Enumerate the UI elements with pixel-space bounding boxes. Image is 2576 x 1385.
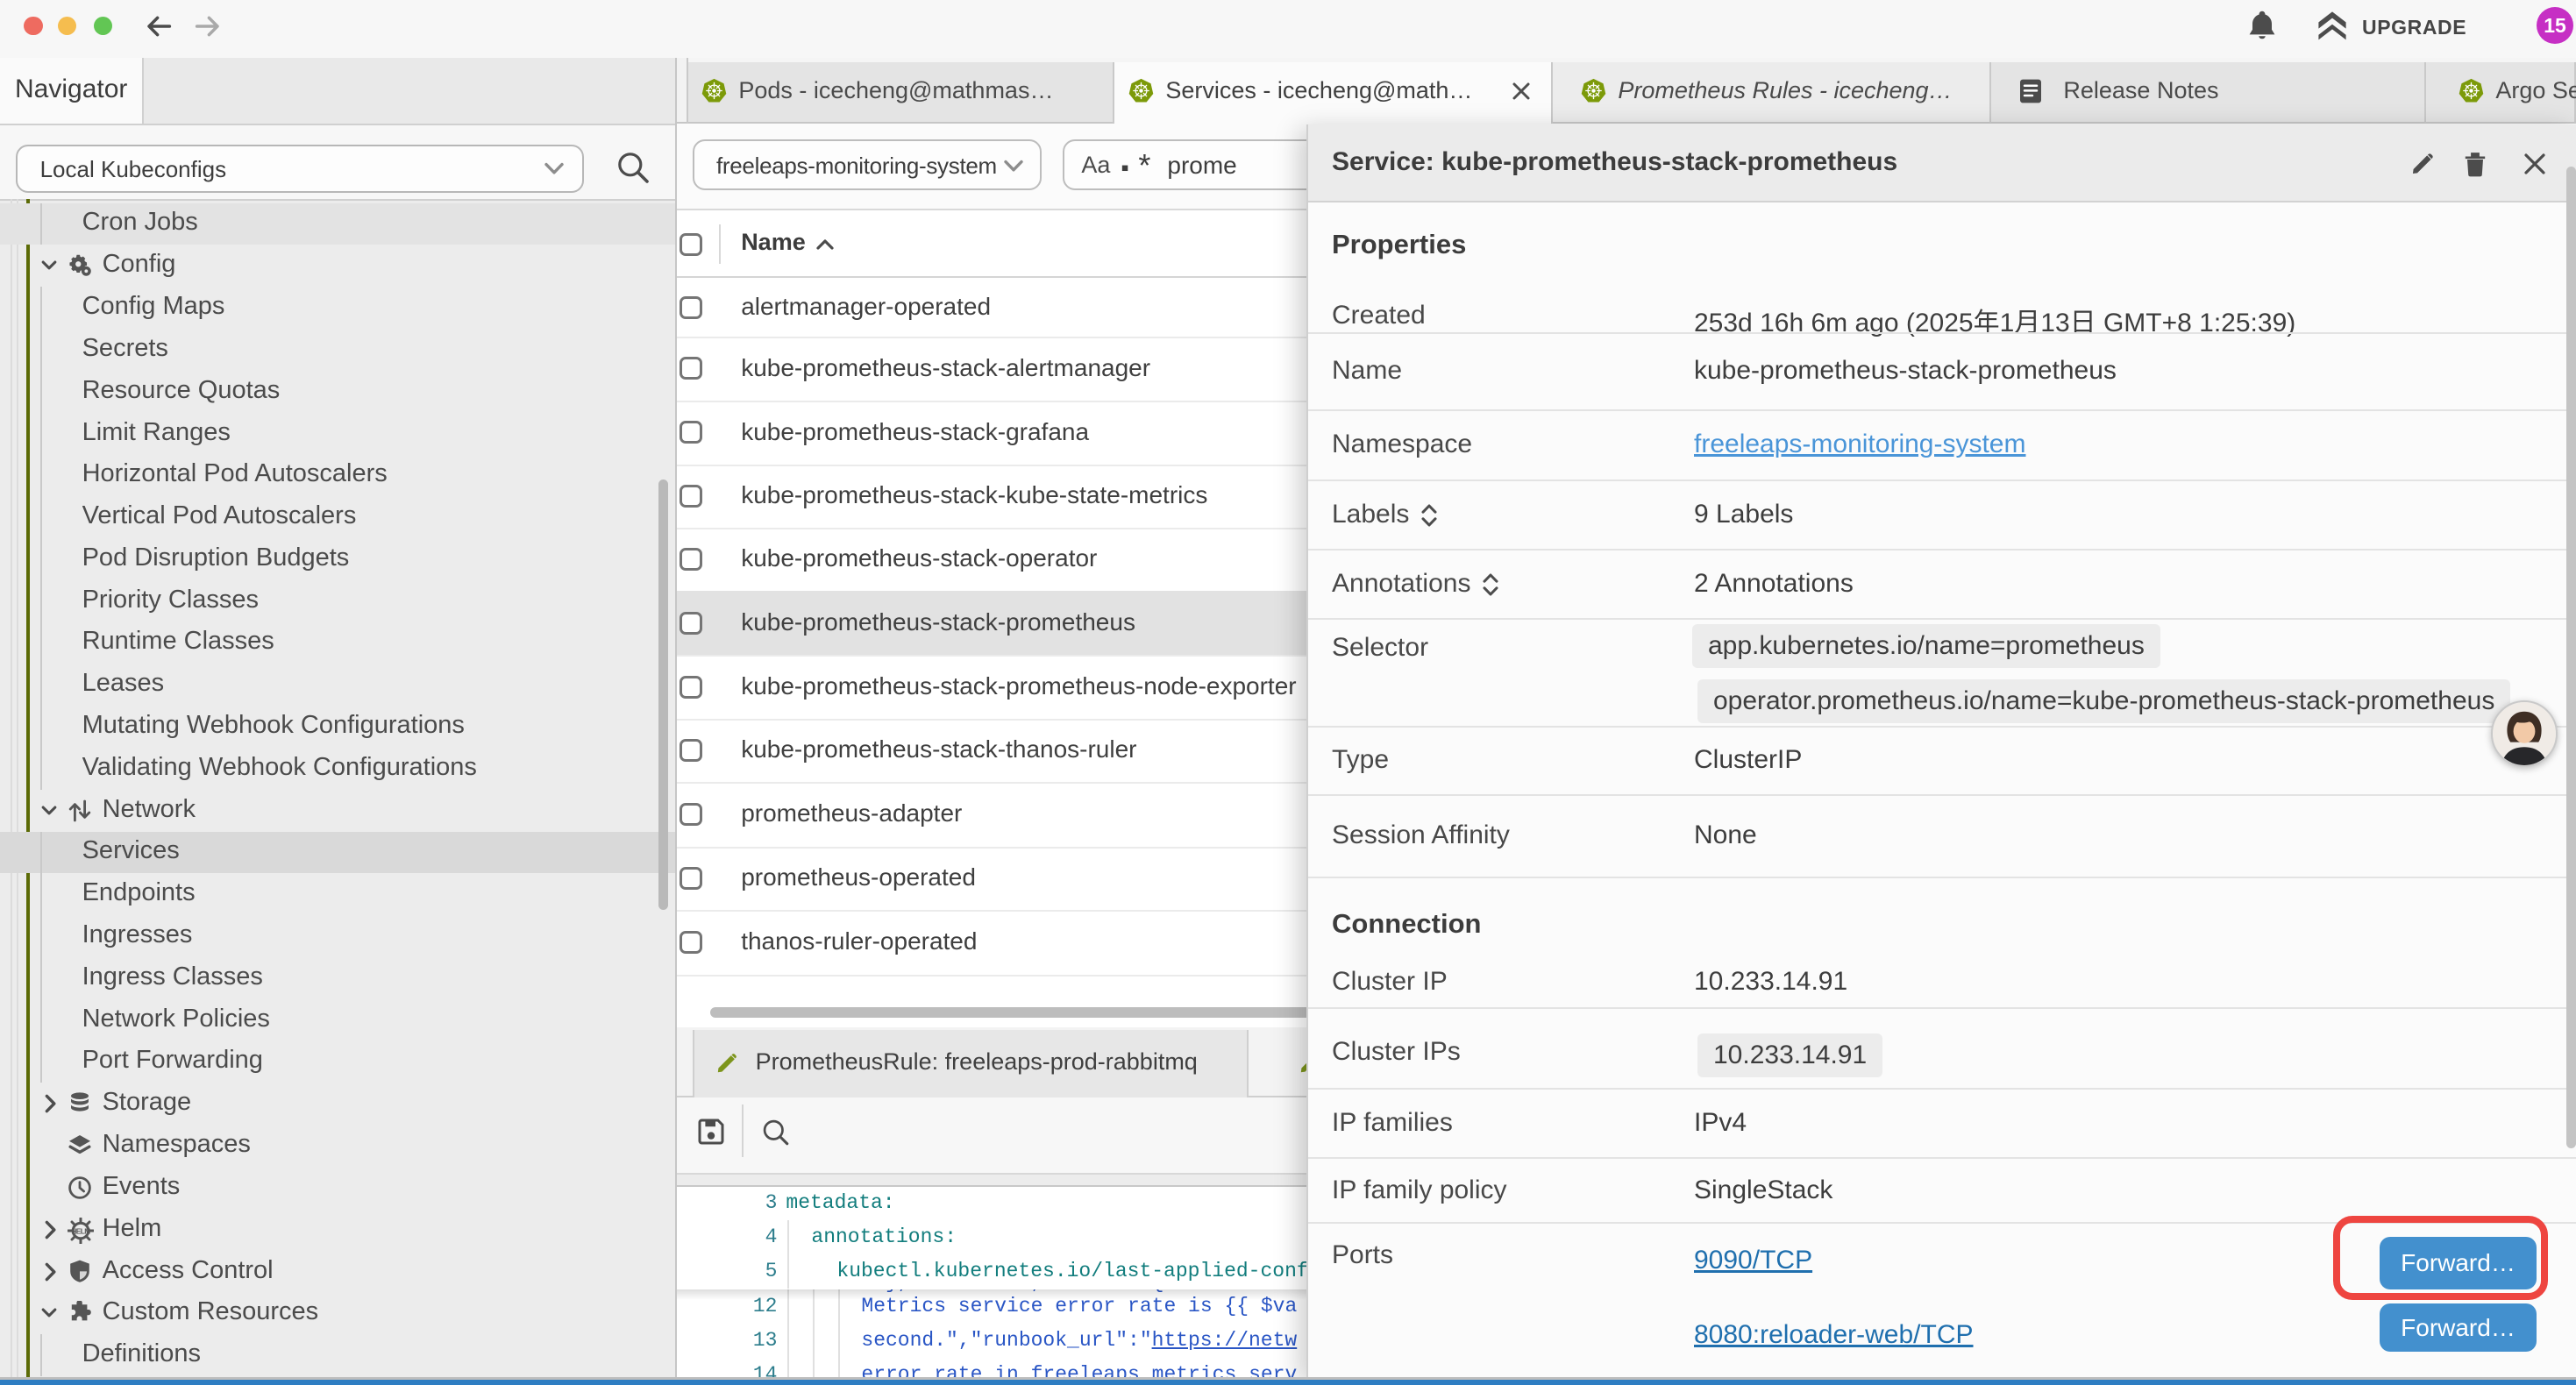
svg-text:HELM: HELM xyxy=(71,1226,90,1235)
